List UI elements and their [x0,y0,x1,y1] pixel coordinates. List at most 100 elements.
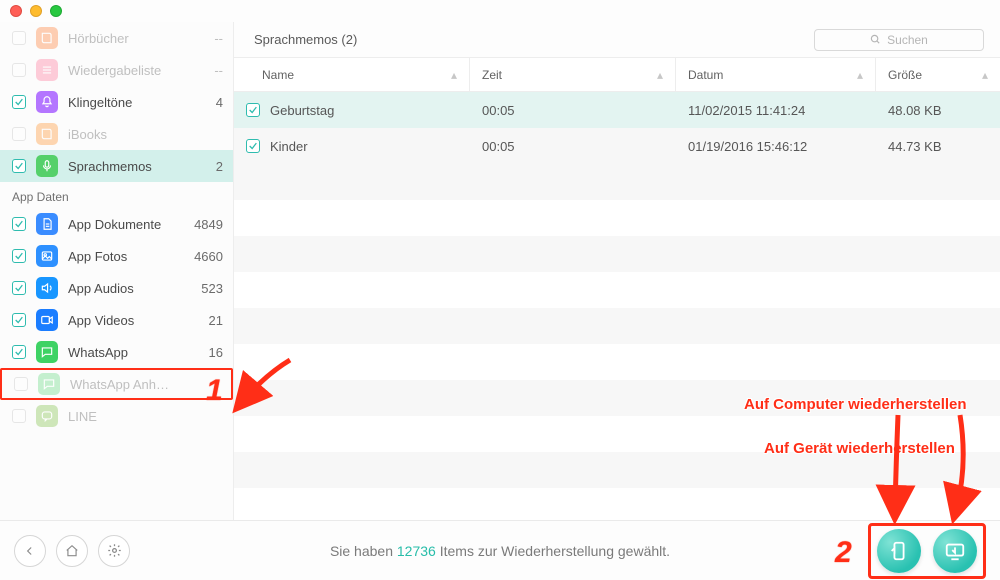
sidebar-item-count: 4 [201,95,223,110]
checkbox[interactable] [12,249,26,263]
cell-size: 44.73 KB [876,139,1000,154]
empty-row [234,164,1000,200]
window-minimize-button[interactable] [30,5,42,17]
empty-row [234,344,1000,380]
search-field[interactable]: Suchen [814,29,984,51]
checkbox[interactable] [246,139,260,153]
footer: Sie haben 12736 Items zur Wiederherstell… [0,520,1000,580]
sidebar-item-count: 4660 [194,249,223,264]
empty-row [234,488,1000,520]
main-panel: Sprachmemos (2) Suchen Name▴ Zeit▴ Datum… [234,22,1000,520]
cell-datum: 11/02/2015 11:41:24 [676,103,876,118]
checkbox[interactable] [12,63,26,77]
sidebar-item-label: App Audios [68,281,191,296]
empty-row [234,272,1000,308]
checkbox[interactable] [14,377,28,391]
sidebar-item-label: App Videos [68,313,191,328]
category-icon [36,245,58,267]
checkbox[interactable] [12,95,26,109]
sidebar-section-label: App Daten [0,182,233,208]
table-body: Geburtstag 00:05 11/02/2015 11:41:24 48.… [234,92,1000,520]
sidebar-item-count: 523 [201,281,223,296]
settings-button[interactable] [98,535,130,567]
column-headers: Name▴ Zeit▴ Datum▴ Größe▴ [234,58,1000,92]
sidebar-item[interactable]: App Fotos 4660 [0,240,233,272]
sidebar-item-count: 16 [201,345,223,360]
search-placeholder: Suchen [887,33,928,47]
sidebar-item[interactable]: Wiedergabeliste -- [0,54,233,86]
cell-name: Kinder [270,139,308,154]
empty-row [234,200,1000,236]
sidebar-item-label: WhatsApp Anh… [70,377,189,392]
cell-zeit: 00:05 [470,139,676,154]
sidebar-item[interactable]: Hörbücher -- [0,22,233,54]
sidebar-item-label: Klingeltöne [68,95,191,110]
category-icon [38,373,60,395]
sidebar-item[interactable]: App Videos 21 [0,304,233,336]
category-icon [36,213,58,235]
category-icon [36,91,58,113]
sidebar-item-label: Hörbücher [68,31,191,46]
sidebar-item[interactable]: LINE [0,400,233,432]
checkbox[interactable] [246,103,260,117]
back-button[interactable] [14,535,46,567]
column-size[interactable]: Größe▴ [876,58,1000,91]
sidebar-item[interactable]: WhatsApp 16 [0,336,233,368]
window-zoom-button[interactable] [50,5,62,17]
cell-zeit: 00:05 [470,103,676,118]
computer-download-icon [944,540,966,562]
action-buttons-group [868,523,986,579]
checkbox[interactable] [12,127,26,141]
recover-to-device-button[interactable] [877,529,921,573]
sidebar-item-label: WhatsApp [68,345,191,360]
table-row[interactable]: Kinder 00:05 01/19/2016 15:46:12 44.73 K… [234,128,1000,164]
category-icon [36,59,58,81]
sidebar-item[interactable]: App Audios 523 [0,272,233,304]
empty-row [234,452,1000,488]
column-datum[interactable]: Datum▴ [676,58,876,91]
home-icon [65,544,79,558]
sidebar-item-count: 4849 [194,217,223,232]
empty-row [234,416,1000,452]
sidebar-item-count: -- [201,31,223,46]
category-icon [36,309,58,331]
sidebar-item-label: App Fotos [68,249,184,264]
checkbox[interactable] [12,281,26,295]
column-zeit[interactable]: Zeit▴ [470,58,676,91]
sidebar-item-label: iBooks [68,127,191,142]
category-icon [36,155,58,177]
column-name[interactable]: Name▴ [234,58,470,91]
sidebar-item[interactable]: Sprachmemos 2 [0,150,233,182]
checkbox[interactable] [12,217,26,231]
checkbox[interactable] [12,345,26,359]
checkbox[interactable] [12,409,26,423]
sidebar-item[interactable]: iBooks [0,118,233,150]
window-titlebar [0,0,1000,22]
sidebar-item[interactable]: App Dokumente 4849 [0,208,233,240]
sidebar-item-label: App Dokumente [68,217,184,232]
checkbox[interactable] [12,313,26,327]
arrow-left-icon [23,544,37,558]
cell-size: 48.08 KB [876,103,1000,118]
cell-datum: 01/19/2016 15:46:12 [676,139,876,154]
sidebar: Hörbücher -- Wiedergabeliste -- Klingelt… [0,22,234,520]
sidebar-item[interactable]: Klingeltöne 4 [0,86,233,118]
category-icon [36,405,58,427]
sidebar-item-count: -- [201,63,223,78]
status-text: Sie haben 12736 Items zur Wiederherstell… [0,543,1000,559]
sidebar-item[interactable]: WhatsApp Anh… [0,368,233,400]
home-button[interactable] [56,535,88,567]
sidebar-item-label: LINE [68,409,191,424]
window-close-button[interactable] [10,5,22,17]
category-icon [36,27,58,49]
checkbox[interactable] [12,159,26,173]
search-icon [870,34,881,45]
category-icon [36,123,58,145]
recover-to-computer-button[interactable] [933,529,977,573]
empty-row [234,308,1000,344]
sidebar-item-count: 21 [201,313,223,328]
gear-icon [107,543,122,558]
table-row[interactable]: Geburtstag 00:05 11/02/2015 11:41:24 48.… [234,92,1000,128]
content-title: Sprachmemos (2) [250,32,802,47]
checkbox[interactable] [12,31,26,45]
